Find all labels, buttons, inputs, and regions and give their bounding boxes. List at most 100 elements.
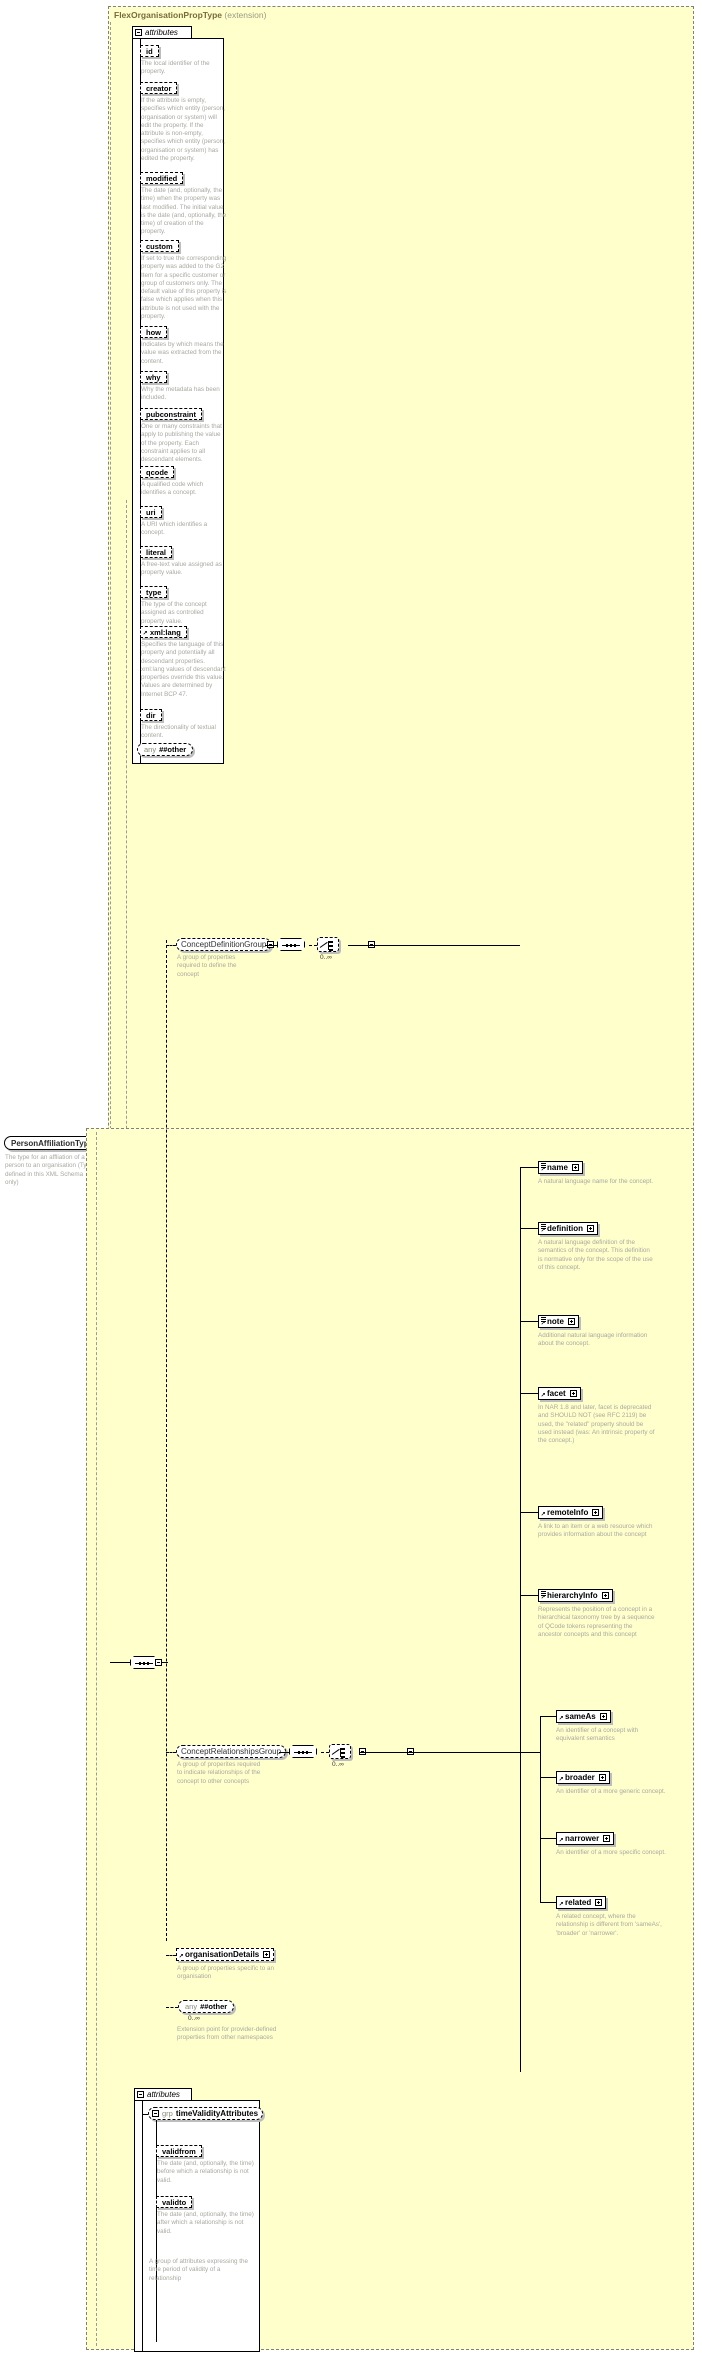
crg-sequence-connector[interactable]	[289, 1745, 317, 1758]
cdg-seq-to-choice	[309, 945, 317, 946]
grp-keyword-label: grp	[162, 2109, 173, 2118]
concept-relationships-group[interactable]: ConceptRelationshipsGroup	[176, 1745, 287, 1758]
el-facet-branch	[520, 1393, 538, 1394]
time-validity-collapse-icon[interactable]	[152, 2110, 159, 2117]
attribute-uri-label: uri	[146, 507, 156, 517]
attribute-uri[interactable]: uri	[140, 506, 162, 518]
attribute-validto-label: validto	[162, 2197, 187, 2207]
element-remoteinfo[interactable]: ↗ remoteInfo	[538, 1506, 604, 1519]
element-note-doc: Additional natural language information …	[538, 1332, 648, 1348]
element-related-expand-icon[interactable]	[595, 1899, 603, 1906]
root-line-in	[110, 1662, 130, 1663]
content-panel-guide	[96, 1132, 97, 2346]
el-remoteinfo-branch	[520, 1512, 538, 1513]
element-sameas-expand-icon[interactable]	[599, 1713, 607, 1720]
attributes-any-other[interactable]: any ##other	[137, 743, 194, 756]
element-definition[interactable]: ↗ definition	[538, 1222, 598, 1235]
element-hierarchyinfo-expand-icon[interactable]	[601, 1592, 609, 1599]
extension-any-doc: Extension point for provider-defined pro…	[177, 2026, 277, 2042]
element-organisationdetails[interactable]: ↗ organisationDetails	[176, 1948, 275, 1961]
attribute-xml-lang[interactable]: ↗ xml:lang	[140, 626, 187, 638]
bottom-attributes-rail	[142, 2100, 143, 2352]
element-name-label: name	[547, 1163, 568, 1172]
attributes-collapse-icon[interactable]	[135, 29, 142, 36]
attribute-validfrom[interactable]: validfrom	[156, 2145, 202, 2157]
element-narrower[interactable]: ↗ narrower	[556, 1832, 615, 1845]
attribute-how-label: how	[146, 327, 161, 337]
attribute-custom[interactable]: custom	[140, 240, 179, 252]
attribute-type[interactable]: type	[140, 586, 168, 598]
attribute-validto-doc: The date (and, optionally, the time) aft…	[157, 2211, 254, 2235]
element-note-expand-icon[interactable]	[567, 1318, 575, 1325]
attribute-id[interactable]: id	[140, 45, 159, 57]
root-sequence-collapse-icon[interactable]	[155, 1659, 162, 1666]
crg-cardinality: 0..∞	[332, 1761, 344, 1768]
cdg-doc: A group of properties required to define…	[177, 954, 237, 978]
element-name-expand-icon[interactable]	[571, 1164, 579, 1171]
time-validity-footer-doc: A group of attributes expressing the tim…	[149, 2258, 249, 2282]
crg-doc: A group of properites required to indica…	[177, 1761, 261, 1785]
attribute-literal[interactable]: literal	[140, 546, 173, 558]
attribute-modified[interactable]: modified	[140, 172, 184, 184]
cdg-to-seq-line	[265, 945, 277, 946]
attribute-validfrom-label: validfrom	[162, 2146, 196, 2156]
attribute-xml-lang-doc: Specifies the language of this property …	[141, 641, 226, 698]
element-facet[interactable]: ↗ facet	[538, 1387, 581, 1400]
attribute-validto[interactable]: validto	[156, 2196, 193, 2208]
crg-seq-to-choice	[321, 1752, 329, 1753]
attribute-how[interactable]: how	[140, 326, 167, 338]
attribute-creator[interactable]: creator	[140, 82, 178, 94]
attribute-why[interactable]: why	[140, 371, 167, 383]
element-organisationdetails-expand-icon[interactable]	[263, 1951, 271, 1958]
element-broader[interactable]: ↗ broader	[556, 1771, 610, 1784]
element-arrow-icon: ↗	[540, 1166, 546, 1173]
attribute-dir[interactable]: dir	[140, 709, 162, 721]
element-narrower-doc: An identifier of a more specific concept…	[556, 1849, 666, 1856]
element-name[interactable]: ↗ name	[538, 1161, 583, 1174]
cdg-choice-connector[interactable]	[317, 937, 339, 952]
el-hierarchyinfo-branch	[520, 1595, 538, 1596]
attribute-type-label: type	[146, 587, 162, 597]
root-sequence-connector[interactable]	[130, 1656, 158, 1669]
attribute-pubconstraint-label: pubconstraint	[146, 409, 196, 419]
extension-any-node[interactable]: any ##other	[178, 2000, 235, 2013]
attribute-dir-label: dir	[146, 710, 156, 720]
attribute-custom-label: custom	[146, 241, 173, 251]
crg-label: ConceptRelationshipsGroup	[181, 1747, 282, 1756]
attribute-qcode[interactable]: qcode	[140, 466, 175, 478]
element-remoteinfo-label: remoteInfo	[547, 1508, 589, 1517]
cdg-sequence-connector[interactable]	[277, 938, 305, 951]
element-facet-expand-icon[interactable]	[569, 1390, 577, 1397]
element-hierarchyinfo[interactable]: ↗ hierarchyInfo	[538, 1589, 613, 1602]
crg-choice-items-icon	[341, 1747, 345, 1760]
bottom-attributes-collapse-icon[interactable]	[137, 2091, 144, 2098]
element-definition-expand-icon[interactable]	[587, 1225, 594, 1232]
attribute-creator-label: creator	[146, 83, 172, 93]
element-related[interactable]: ↗ related	[556, 1896, 607, 1909]
concept-definition-group[interactable]: ConceptDefinitionGroup	[176, 938, 272, 951]
sequence-dots-icon	[139, 1661, 149, 1665]
element-remoteinfo-expand-icon[interactable]	[592, 1509, 600, 1516]
crg-connector	[166, 1752, 176, 1753]
el-note-branch	[520, 1321, 538, 1322]
element-note[interactable]: ↗ note	[538, 1315, 579, 1328]
time-validity-group[interactable]: grp timeValidityAttributes	[148, 2107, 264, 2120]
element-related-label: related	[565, 1898, 592, 1907]
element-broader-expand-icon[interactable]	[598, 1774, 606, 1781]
attributes-tab[interactable]: attributes	[132, 26, 192, 39]
element-narrower-expand-icon[interactable]	[603, 1835, 611, 1842]
attribute-pubconstraint[interactable]: pubconstraint	[140, 408, 202, 420]
element-related-doc: A related concept, where the relationshi…	[556, 1913, 662, 1937]
cdg-connector	[166, 945, 176, 946]
root-spine-stub	[162, 1662, 168, 1663]
element-sameas[interactable]: ↗ sameAs	[556, 1710, 611, 1723]
element-arrow-icon: ↗	[558, 1901, 564, 1908]
bottom-attributes-tab[interactable]: attributes	[134, 2088, 192, 2101]
element-broader-doc: An identifier of a more generic concept.	[556, 1788, 666, 1795]
element-arrow-icon: ↗	[540, 1227, 546, 1234]
attribute-pubconstraint-doc: One or many constraints that apply to pu…	[141, 423, 222, 464]
attribute-uri-doc: A URI which identifies a concept.	[141, 521, 208, 537]
cdg-label: ConceptDefinitionGroup	[181, 940, 267, 949]
attribute-modified-label: modified	[146, 173, 178, 183]
crg-choice-connector[interactable]	[329, 1744, 351, 1759]
